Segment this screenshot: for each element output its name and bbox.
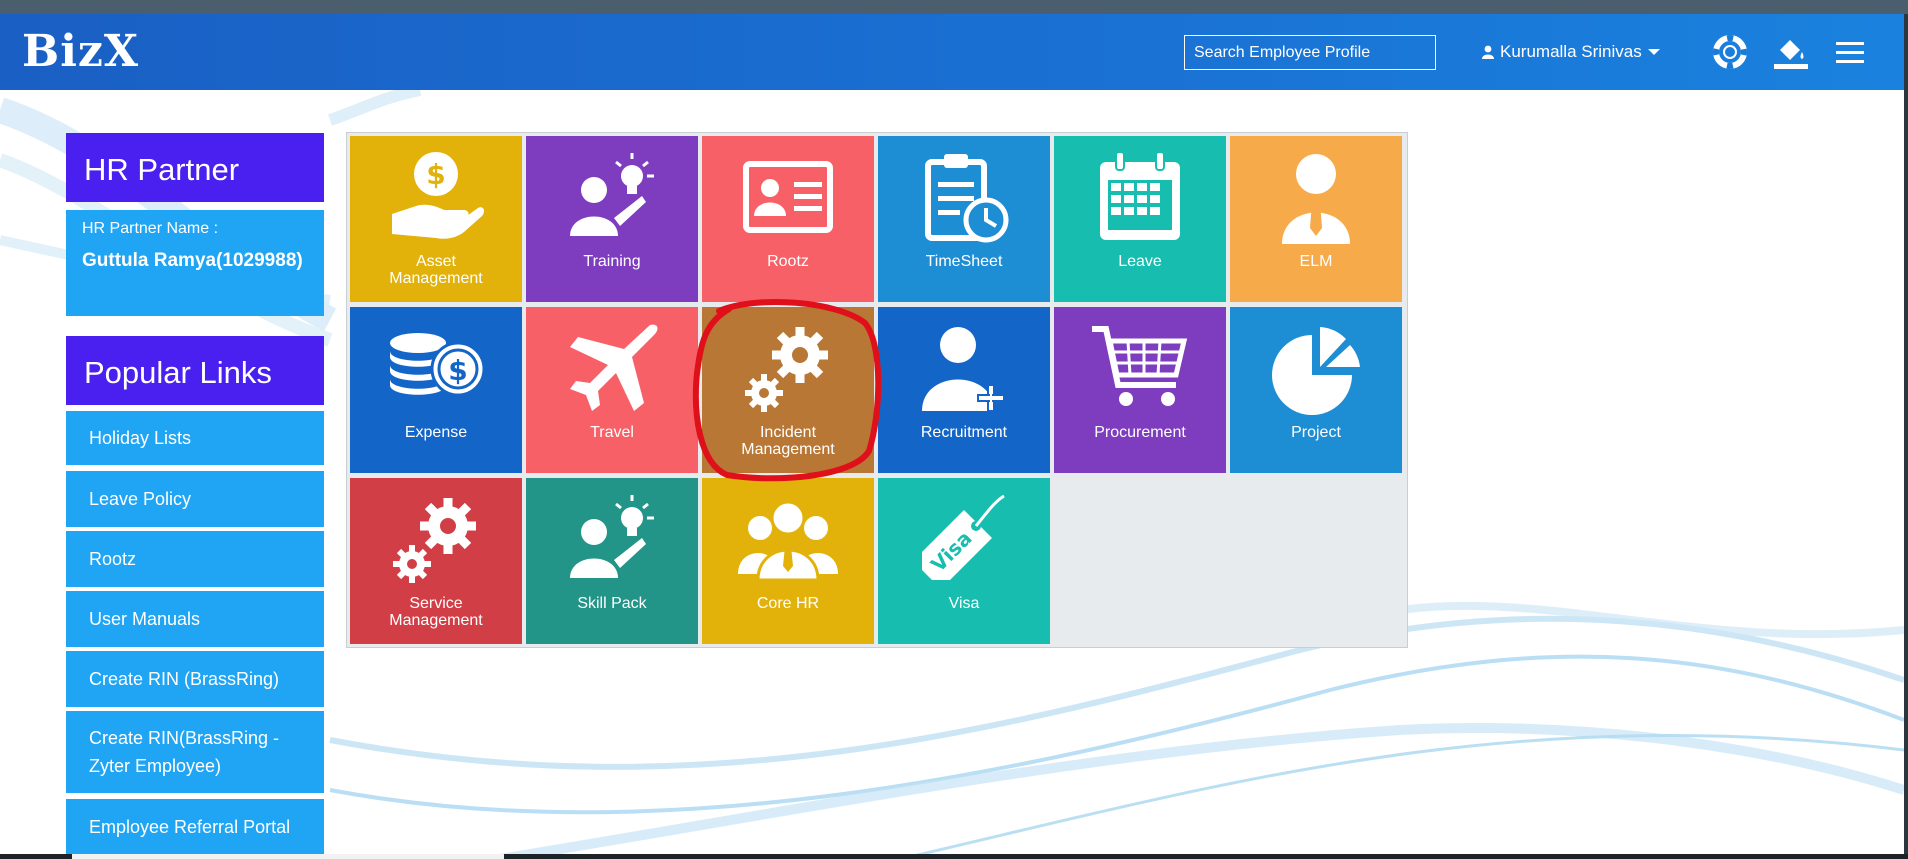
person-tie-icon [1282,154,1350,244]
tile-elm[interactable]: ELM [1230,136,1402,302]
tile-travel[interactable]: Travel [526,307,698,473]
link-rootz[interactable]: Rootz [66,531,324,587]
hr-partner-title: HR Partner [66,133,324,202]
svg-text:$: $ [426,158,445,191]
tile-visa[interactable]: Visa Visa [878,478,1050,644]
chevron-down-icon [1647,49,1660,55]
tile-label: Asset Management [389,253,483,287]
tile-core-hr[interactable]: Core HR [702,478,874,644]
group-icon [738,500,838,582]
id-card-icon [743,161,833,233]
tile-label: Procurement [1094,424,1186,441]
tile-label: Visa [948,595,980,612]
hamburger-menu-icon[interactable] [1832,34,1868,70]
tile-service-management[interactable]: Service Management [350,478,522,644]
tile-expense[interactable]: $ Expense [350,307,522,473]
trainer-bulb-icon [570,495,654,578]
application-tiles-grid: $ Asset Management Training Rootz TimeShe… [346,132,1408,648]
visa-tag-icon: Visa [922,494,1005,580]
tile-asset-management[interactable]: $ Asset Management [350,136,522,302]
browser-top-strip [0,0,1908,14]
svg-text:$: $ [448,354,467,387]
hand-dollar-icon: $ [392,152,485,239]
tile-training[interactable]: Training [526,136,698,302]
tile-timesheet[interactable]: TimeSheet [878,136,1050,302]
tile-label: Recruitment [920,424,1008,441]
tile-skill-pack[interactable]: Skill Pack [526,478,698,644]
hr-partner-card: HR Partner Name : Guttula Ramya(1029988) [66,210,324,316]
link-create-rin-zyter[interactable]: Create RIN(BrassRing - Zyter Employee) [66,711,324,793]
tile-label: Core HR [756,595,820,612]
hr-partner-name-value: Guttula Ramya(1029988) [82,250,303,271]
coins-dollar-icon: $ [390,333,486,397]
link-user-manuals[interactable]: User Manuals [66,591,324,647]
link-leave-policy[interactable]: Leave Policy [66,471,324,527]
popular-links-title: Popular Links [66,336,324,405]
user-icon [1482,45,1494,59]
gears-icon [745,327,828,412]
tile-label: Training [583,253,641,270]
link-employee-referral-portal[interactable]: Employee Referral Portal [66,799,324,854]
calendar-icon [1100,151,1180,240]
tile-label: Service Management [389,595,483,629]
shopping-cart-icon [1092,326,1188,406]
pie-chart-icon [1272,327,1360,415]
search-employee-input[interactable] [1184,35,1436,70]
tile-label: TimeSheet [925,253,1003,270]
tile-label: Skill Pack [577,595,647,612]
window-right-edge [1904,14,1908,859]
user-name: Kurumalla Srinivas [1500,42,1642,61]
tile-label: Incident Management [741,424,835,458]
tile-label: Travel [590,424,634,441]
link-create-rin-brassring[interactable]: Create RIN (BrassRing) [66,651,324,707]
add-user-icon [922,327,1005,412]
tile-label: Rootz [767,253,809,270]
user-menu[interactable]: Kurumalla Srinivas [1482,42,1660,62]
tile-label: Expense [404,424,468,441]
link-holiday-lists[interactable]: Holiday Lists [66,411,324,465]
tile-project[interactable]: Project [1230,307,1402,473]
tile-label: Leave [1118,253,1162,270]
tile-label: ELM [1299,253,1333,270]
paint-bucket-icon[interactable] [1772,34,1808,70]
bizx-logo[interactable]: BizX [22,26,139,77]
horizontal-scrollbar[interactable] [72,854,504,859]
lifebuoy-icon[interactable] [1712,34,1748,70]
tile-procurement[interactable]: Procurement [1054,307,1226,473]
tile-label: Project [1291,424,1341,441]
tile-rootz[interactable]: Rootz [702,136,874,302]
top-header: BizX Kurumalla Srinivas [0,14,1904,90]
tile-leave[interactable]: Leave [1054,136,1226,302]
tile-incident-management[interactable]: Incident Management [702,307,874,473]
hr-partner-name-label: HR Partner Name : [82,220,219,237]
gears-icon [393,498,476,583]
clipboard-clock-icon [925,154,1009,243]
tile-recruitment[interactable]: Recruitment [878,307,1050,473]
airplane-icon [570,324,658,411]
trainer-bulb-icon [570,153,654,236]
